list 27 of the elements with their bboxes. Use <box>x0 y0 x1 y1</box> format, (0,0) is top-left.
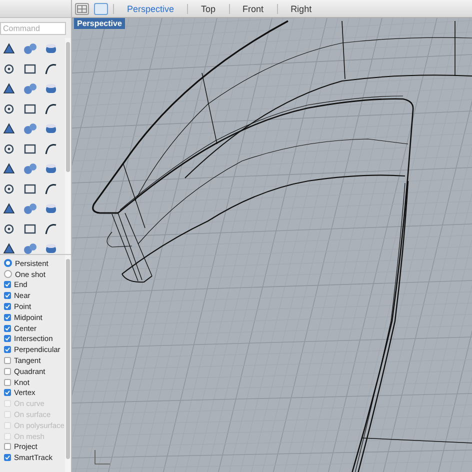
radio-button[interactable] <box>4 259 12 268</box>
viewport-tab[interactable]: Right <box>276 4 325 14</box>
single-viewport-button[interactable] <box>94 2 108 14</box>
checkbox[interactable] <box>4 292 11 300</box>
scrollbar[interactable] <box>66 42 70 172</box>
checkbox[interactable] <box>4 357 11 364</box>
checkbox[interactable] <box>4 368 11 375</box>
radio-button[interactable] <box>4 270 12 278</box>
checkbox[interactable] <box>4 281 11 288</box>
viewport-label: Perspective <box>74 18 125 29</box>
checkbox[interactable] <box>4 314 11 321</box>
scrollbar[interactable] <box>66 259 70 459</box>
viewport-tab[interactable]: Top <box>187 4 229 14</box>
checkbox[interactable] <box>4 454 11 462</box>
checkbox[interactable] <box>4 324 11 332</box>
checkbox[interactable] <box>4 443 11 450</box>
four-viewports-button[interactable] <box>75 2 89 14</box>
checkbox[interactable] <box>4 346 11 354</box>
axis-icon <box>94 450 110 464</box>
viewport[interactable]: Perspective <box>72 18 472 472</box>
checkbox[interactable] <box>4 335 11 342</box>
checkbox[interactable] <box>4 303 11 310</box>
viewport-tab[interactable]: Perspective <box>113 4 188 14</box>
viewport-tab[interactable]: Front <box>228 4 277 14</box>
command-field[interactable]: Command <box>0 22 66 35</box>
checkbox[interactable] <box>4 378 11 386</box>
checkbox[interactable] <box>4 389 11 396</box>
